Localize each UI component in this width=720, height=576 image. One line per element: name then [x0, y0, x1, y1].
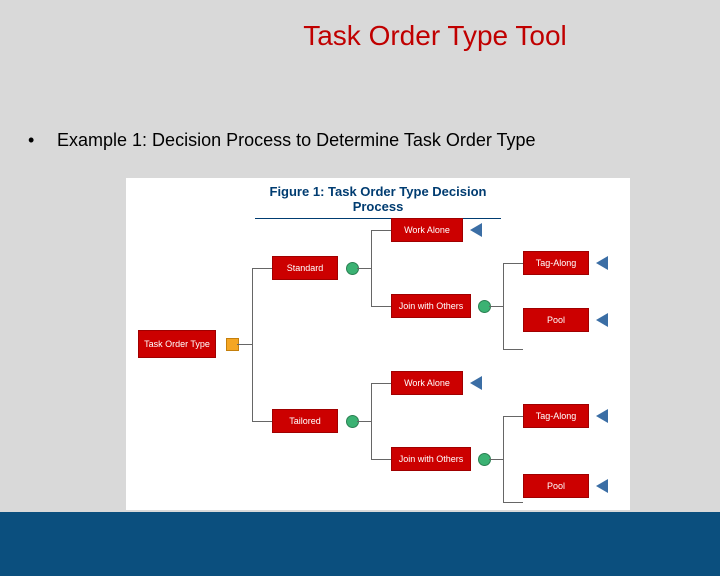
bullet-text: Example 1: Decision Process to Determine… — [57, 130, 536, 150]
node-root: Task Order Type — [138, 330, 216, 358]
connector-line — [503, 502, 523, 503]
connector-line — [371, 383, 372, 459]
connector-line — [503, 349, 523, 350]
node-option-work-alone: Work Alone — [391, 218, 463, 242]
node-option-work-alone: Work Alone — [391, 371, 463, 395]
figure-title: Figure 1: Task Order Type Decision Proce… — [255, 184, 501, 219]
connector-line — [503, 263, 523, 264]
slide: Task Order Type Tool • Example 1: Decisi… — [0, 0, 720, 576]
node-branch-standard: Standard — [272, 256, 338, 280]
node-outcome-pool: Pool — [523, 308, 589, 332]
node-outcome-tagalong: Tag-Along — [523, 251, 589, 275]
connector-line — [489, 306, 503, 307]
connector-line — [371, 383, 391, 384]
node-branch-tailored: Tailored — [272, 409, 338, 433]
end-arrow-icon — [470, 223, 482, 237]
connector-line — [357, 421, 371, 422]
bullet-marker: • — [28, 130, 52, 151]
end-arrow-icon — [596, 409, 608, 423]
bullet-item: • Example 1: Decision Process to Determi… — [28, 130, 536, 151]
connector-line — [252, 268, 272, 269]
figure-panel: Figure 1: Task Order Type Decision Proce… — [126, 178, 630, 510]
node-option-join-others: Join with Others — [391, 447, 471, 471]
end-arrow-icon — [470, 376, 482, 390]
footer-bar — [0, 512, 720, 576]
page-title: Task Order Type Tool — [0, 20, 720, 52]
connector-line — [252, 268, 253, 421]
node-outcome-tagalong: Tag-Along — [523, 404, 589, 428]
connector-line — [489, 459, 503, 460]
connector-line — [252, 421, 272, 422]
connector-line — [371, 306, 391, 307]
node-option-join-others: Join with Others — [391, 294, 471, 318]
connector-line — [237, 344, 252, 345]
connector-line — [371, 459, 391, 460]
connector-line — [503, 416, 504, 502]
connector-line — [357, 268, 371, 269]
node-outcome-pool: Pool — [523, 474, 589, 498]
end-arrow-icon — [596, 479, 608, 493]
end-arrow-icon — [596, 313, 608, 327]
connector-line — [371, 230, 391, 231]
connector-line — [503, 416, 523, 417]
connector-line — [371, 230, 372, 306]
end-arrow-icon — [596, 256, 608, 270]
connector-line — [503, 263, 504, 349]
